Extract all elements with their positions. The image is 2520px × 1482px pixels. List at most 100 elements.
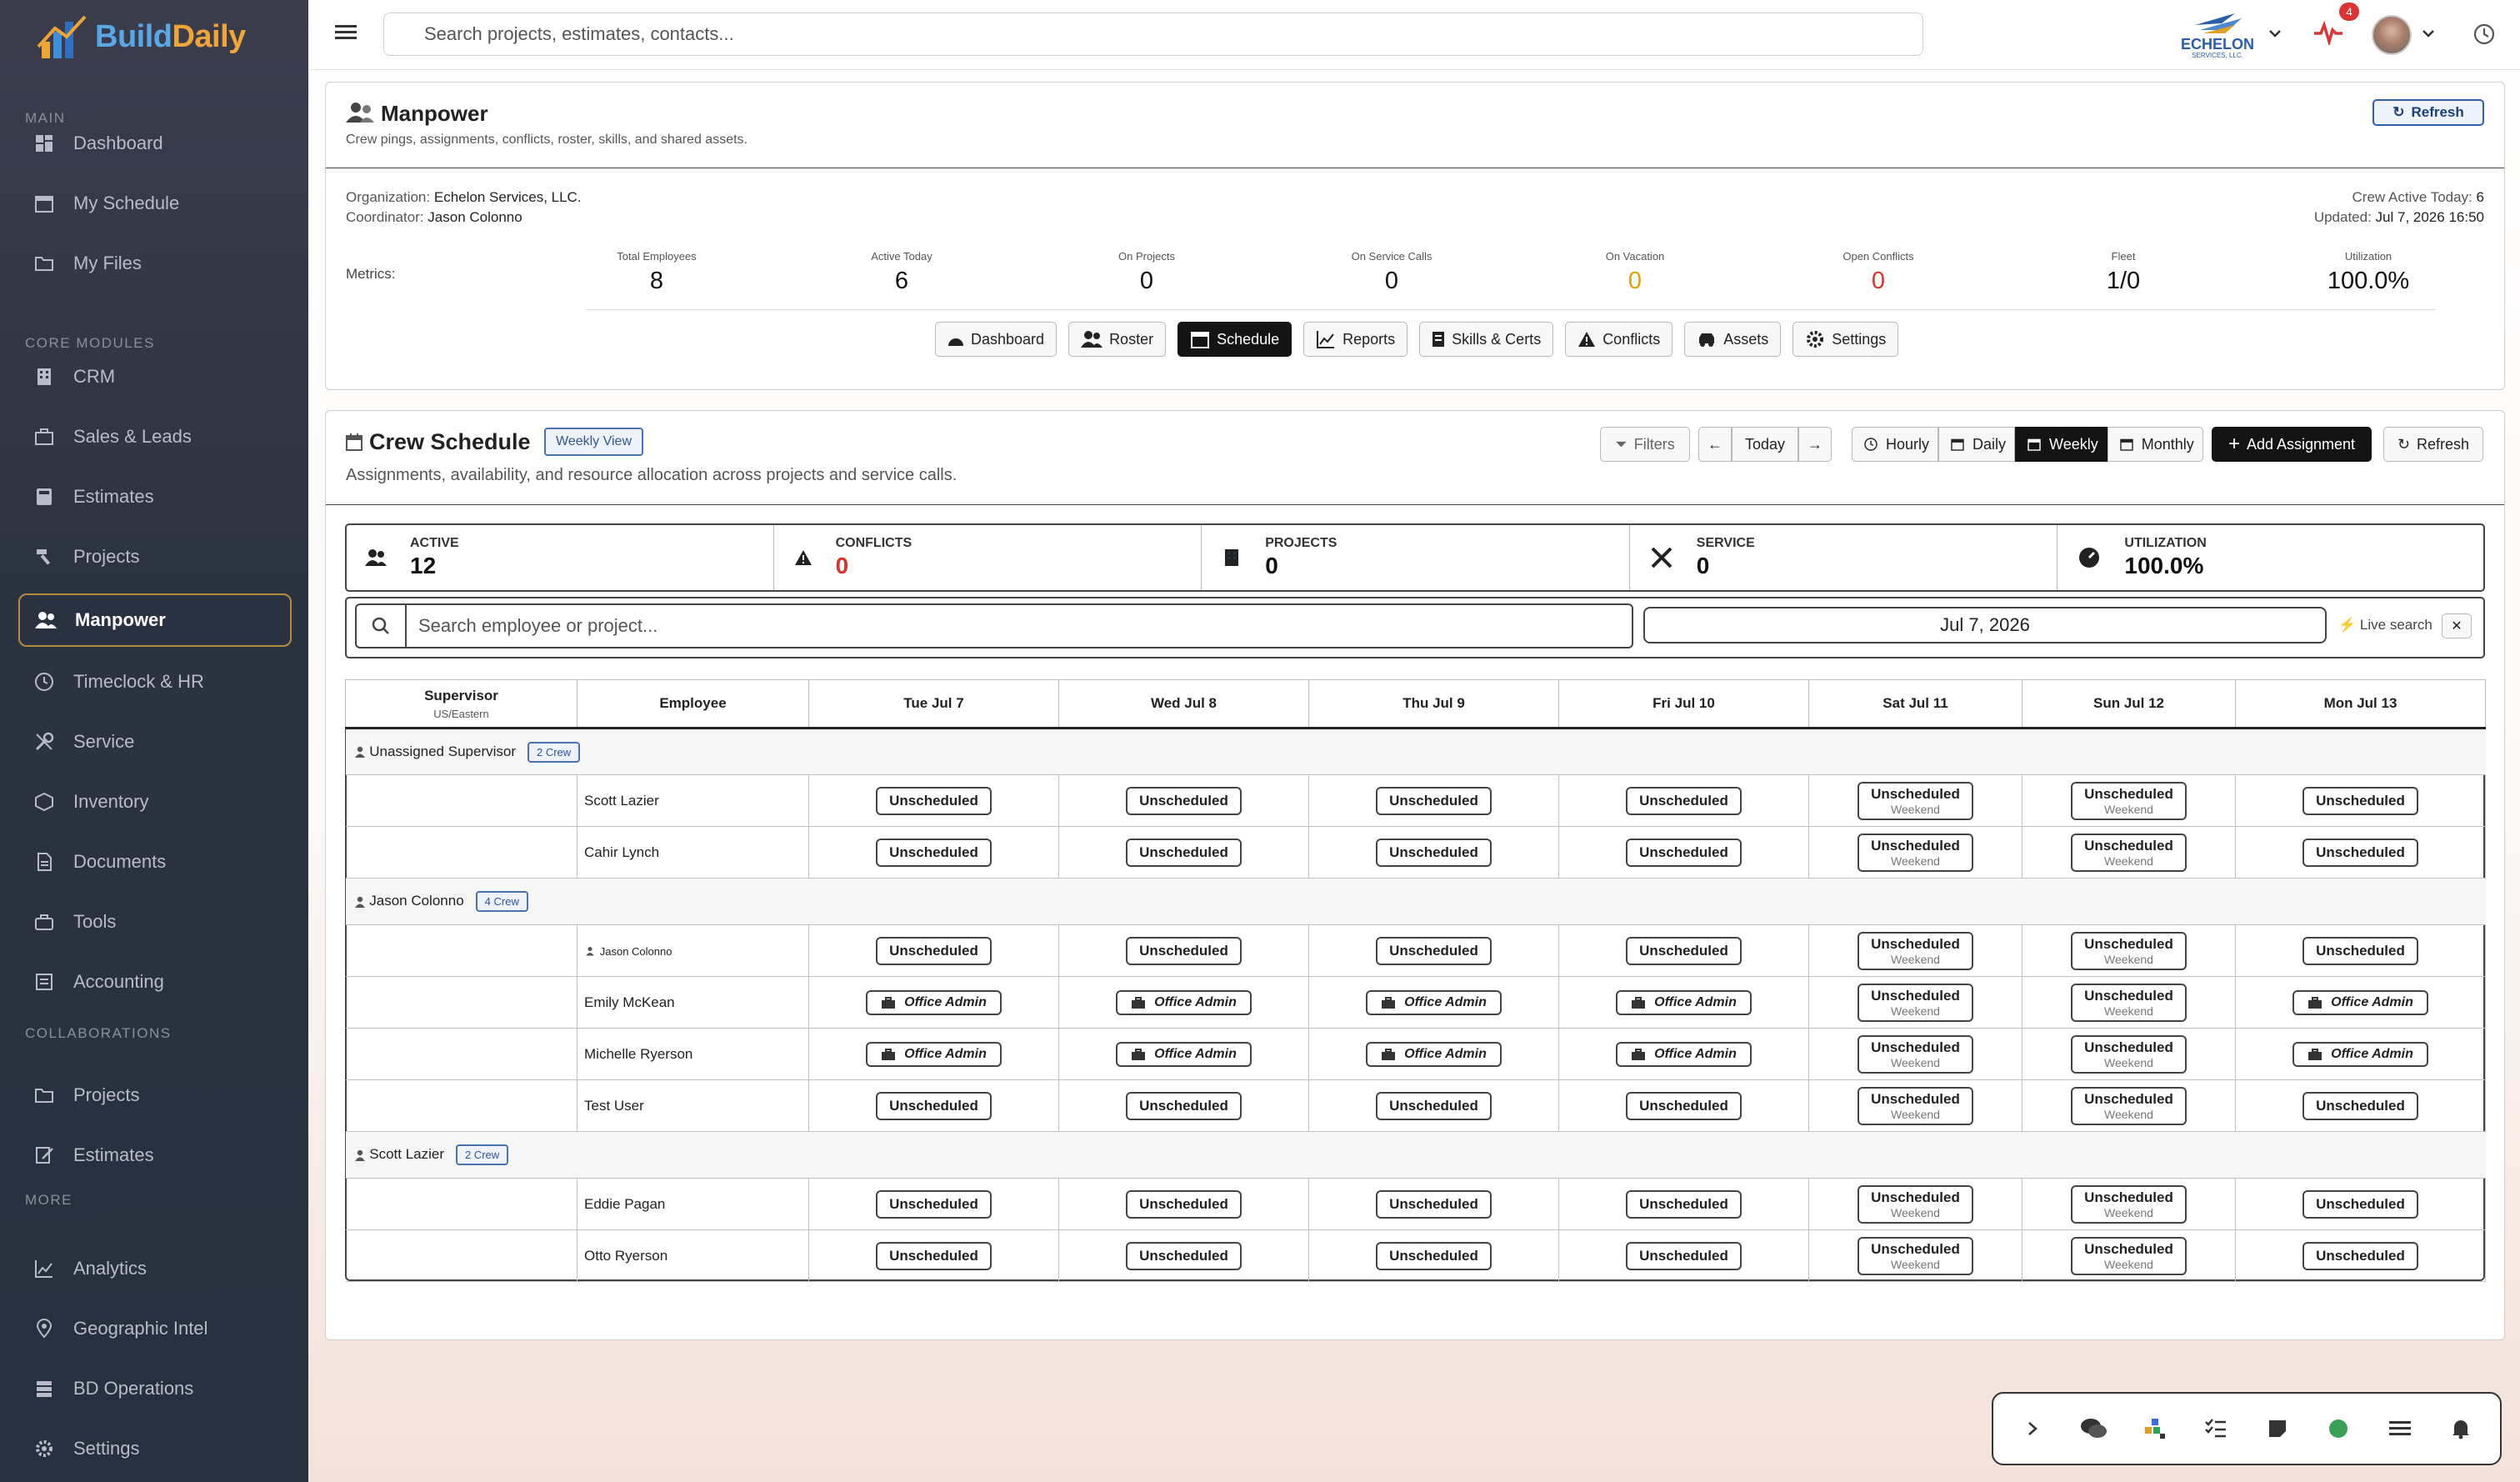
unscheduled-chip[interactable]: Unscheduled	[1626, 786, 1742, 815]
employee-name-cell[interactable]: Test User	[577, 1079, 809, 1132]
unscheduled-weekend-chip[interactable]: Unscheduled Weekend	[2071, 1184, 2187, 1224]
schedule-cell[interactable]: Office Admin	[2235, 976, 2486, 1029]
schedule-cell[interactable]: Unscheduled	[1558, 1178, 1809, 1230]
employee-name-cell[interactable]: Otto Ryerson	[577, 1229, 809, 1282]
schedule-cell[interactable]: Unscheduled	[2235, 826, 2486, 879]
unscheduled-chip[interactable]: Unscheduled	[876, 1091, 992, 1120]
schedule-cell[interactable]: Office Admin	[1058, 1028, 1309, 1080]
schedule-cell[interactable]: Unscheduled Weekend	[1808, 826, 2022, 879]
office-admin-chip[interactable]: Office Admin	[2292, 989, 2428, 1015]
sidebar-item-projects[interactable]: Projects	[18, 1069, 292, 1122]
unscheduled-chip[interactable]: Unscheduled	[1626, 1189, 1742, 1219]
unscheduled-weekend-chip[interactable]: Unscheduled Weekend	[2071, 833, 2187, 872]
unscheduled-weekend-chip[interactable]: Unscheduled Weekend	[2071, 1034, 2187, 1074]
schedule-cell[interactable]: Unscheduled	[1558, 1079, 1809, 1132]
sidebar-item-estimates[interactable]: Estimates	[18, 470, 292, 523]
unscheduled-chip[interactable]: Unscheduled	[1126, 838, 1242, 867]
schedule-cell[interactable]: Unscheduled	[2235, 1229, 2486, 1282]
sidebar-item-crm[interactable]: CRM	[18, 350, 292, 403]
unscheduled-weekend-chip[interactable]: Unscheduled Weekend	[1858, 833, 1973, 872]
schedule-cell[interactable]: Unscheduled	[2235, 924, 2486, 977]
schedule-cell[interactable]: Unscheduled Weekend	[2022, 826, 2236, 879]
previous-week-button[interactable]: ←	[1698, 427, 1732, 462]
schedule-cell[interactable]: Office Admin	[1058, 976, 1309, 1029]
schedule-cell[interactable]: Office Admin	[1308, 976, 1559, 1029]
sidebar-item-service[interactable]: Service	[18, 715, 292, 769]
unscheduled-chip[interactable]: Unscheduled	[1626, 936, 1742, 965]
employee-name-cell[interactable]: Cahir Lynch	[577, 826, 809, 879]
manpower-refresh-button[interactable]: ↻ Refresh	[2372, 99, 2484, 126]
bell-icon[interactable]	[2446, 1414, 2476, 1444]
checklist-icon[interactable]	[2201, 1414, 2231, 1444]
office-admin-chip[interactable]: Office Admin	[1616, 1041, 1752, 1067]
office-admin-chip[interactable]: Office Admin	[866, 989, 1002, 1015]
clear-search-button[interactable]: ✕	[2442, 613, 2472, 638]
unscheduled-chip[interactable]: Unscheduled	[1126, 1091, 1242, 1120]
schedule-cell[interactable]: Unscheduled	[2235, 774, 2486, 827]
unscheduled-weekend-chip[interactable]: Unscheduled Weekend	[1858, 1086, 1973, 1125]
office-admin-chip[interactable]: Office Admin	[866, 1041, 1002, 1067]
tab-assets[interactable]: Assets	[1684, 322, 1782, 357]
sidebar-item-settings[interactable]: Settings	[18, 1422, 292, 1475]
unscheduled-weekend-chip[interactable]: Unscheduled Weekend	[1858, 1034, 1973, 1074]
sidebar-item-my-files[interactable]: My Files	[18, 237, 292, 290]
schedule-cell[interactable]: Unscheduled	[808, 924, 1059, 977]
schedule-cell[interactable]: Unscheduled	[1058, 1229, 1309, 1282]
unscheduled-chip[interactable]: Unscheduled	[1376, 786, 1492, 815]
schedule-cell[interactable]: Unscheduled	[1558, 774, 1809, 827]
schedule-cell[interactable]: Unscheduled Weekend	[2022, 1178, 2236, 1230]
unscheduled-chip[interactable]: Unscheduled	[1126, 786, 1242, 815]
schedule-cell[interactable]: Unscheduled	[808, 826, 1059, 879]
unscheduled-weekend-chip[interactable]: Unscheduled Weekend	[2071, 781, 2187, 820]
sidebar-item-manpower[interactable]: Manpower	[18, 593, 292, 647]
tab-reports[interactable]: Reports	[1303, 322, 1408, 357]
company-dropdown-chevron-icon[interactable]	[2268, 28, 2282, 38]
unscheduled-chip[interactable]: Unscheduled	[2302, 936, 2418, 965]
schedule-cell[interactable]: Unscheduled Weekend	[2022, 774, 2236, 827]
schedule-refresh-button[interactable]: ↻ Refresh	[2383, 427, 2483, 462]
schedule-cell[interactable]: Unscheduled Weekend	[2022, 1028, 2236, 1080]
view-hourly-button[interactable]: Hourly	[1852, 427, 1939, 462]
schedule-cell[interactable]: Unscheduled Weekend	[1808, 1028, 2022, 1080]
schedule-cell[interactable]: Unscheduled	[1058, 1079, 1309, 1132]
clock-icon[interactable]	[2473, 23, 2495, 45]
schedule-cell[interactable]: Unscheduled Weekend	[2022, 976, 2236, 1029]
unscheduled-chip[interactable]: Unscheduled	[1126, 1189, 1242, 1219]
schedule-date-picker[interactable]: Jul 7, 2026	[1643, 607, 2327, 643]
unscheduled-weekend-chip[interactable]: Unscheduled Weekend	[1858, 931, 1973, 970]
chevron-right-icon[interactable]	[2018, 1414, 2048, 1444]
schedule-cell[interactable]: Unscheduled Weekend	[2022, 924, 2236, 977]
add-assignment-button[interactable]: + Add Assignment	[2212, 427, 2372, 462]
global-search-input[interactable]: Search projects, estimates, contacts...	[383, 13, 1923, 56]
view-weekly-button[interactable]: Weekly	[2015, 427, 2108, 462]
schedule-cell[interactable]: Unscheduled	[808, 1178, 1059, 1230]
unscheduled-chip[interactable]: Unscheduled	[1126, 936, 1242, 965]
unscheduled-chip[interactable]: Unscheduled	[876, 936, 992, 965]
sidebar-item-accounting[interactable]: Accounting	[18, 955, 292, 1009]
unscheduled-chip[interactable]: Unscheduled	[1126, 1241, 1242, 1270]
unscheduled-chip[interactable]: Unscheduled	[1376, 838, 1492, 867]
schedule-cell[interactable]: Office Admin	[2235, 1028, 2486, 1080]
user-avatar[interactable]	[2372, 15, 2412, 55]
employee-name-cell[interactable]: Michelle Ryerson	[577, 1028, 809, 1080]
today-button[interactable]: Today	[1732, 427, 1798, 462]
employee-name-cell[interactable]: Emily McKean	[577, 976, 809, 1029]
sidebar-item-geographic-intel[interactable]: Geographic Intel	[18, 1302, 292, 1355]
tab-skills-certs[interactable]: Skills & Certs	[1419, 322, 1554, 357]
schedule-cell[interactable]: Unscheduled	[1308, 1079, 1559, 1132]
tab-conflicts[interactable]: Conflicts	[1565, 322, 1673, 357]
schedule-cell[interactable]: Unscheduled	[2235, 1178, 2486, 1230]
unscheduled-chip[interactable]: Unscheduled	[1376, 1241, 1492, 1270]
next-week-button[interactable]: →	[1798, 427, 1832, 462]
schedule-cell[interactable]: Unscheduled	[808, 774, 1059, 827]
office-admin-chip[interactable]: Office Admin	[1116, 1041, 1252, 1067]
schedule-cell[interactable]: Unscheduled	[1058, 774, 1309, 827]
unscheduled-chip[interactable]: Unscheduled	[1626, 1241, 1742, 1270]
sidebar-item-bd-operations[interactable]: BD Operations	[18, 1362, 292, 1415]
schedule-cell[interactable]: Unscheduled Weekend	[1808, 774, 2022, 827]
unscheduled-weekend-chip[interactable]: Unscheduled Weekend	[2071, 1236, 2187, 1275]
unscheduled-weekend-chip[interactable]: Unscheduled Weekend	[1858, 781, 1973, 820]
view-monthly-button[interactable]: Monthly	[2107, 427, 2203, 462]
chat-icon[interactable]	[2078, 1414, 2108, 1444]
schedule-cell[interactable]: Office Admin	[808, 976, 1059, 1029]
